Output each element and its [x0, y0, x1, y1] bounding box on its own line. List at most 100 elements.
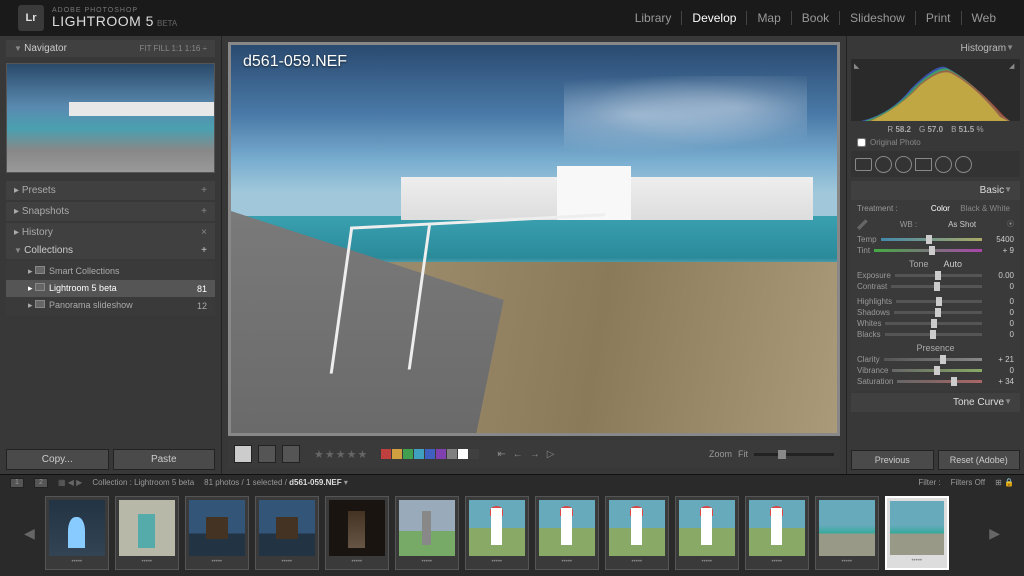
- filmstrip-thumb[interactable]: •••••: [885, 496, 949, 570]
- filmstrip-thumb[interactable]: •••••: [395, 496, 459, 570]
- module-book[interactable]: Book: [792, 11, 840, 25]
- play-icon: ▷: [545, 449, 557, 460]
- wb-eyedropper-icon[interactable]: [857, 218, 869, 230]
- filmstrip-thumb[interactable]: •••••: [465, 496, 529, 570]
- zoom-label: Zoom: [709, 449, 732, 459]
- filmstrip-thumb[interactable]: •••••: [745, 496, 809, 570]
- color-swatch[interactable]: [381, 449, 391, 459]
- view-mode-icon[interactable]: [234, 445, 252, 463]
- color-swatch[interactable]: [425, 449, 435, 459]
- crop-icon[interactable]: [855, 158, 872, 171]
- filmstrip-left-icon[interactable]: ◀: [20, 525, 39, 542]
- color-swatch[interactable]: [458, 449, 468, 459]
- module-slideshow[interactable]: Slideshow: [840, 11, 916, 25]
- secondary-display-icon[interactable]: 2: [34, 478, 48, 488]
- collections-panel[interactable]: ▼ Collections+: [6, 242, 215, 259]
- center-panel: d561-059.NEF ★★★★★ ⇤←→▷ Zoom Fit: [222, 36, 846, 474]
- filmstrip-thumb[interactable]: •••••: [325, 496, 389, 570]
- presence-label: Presence: [857, 340, 1014, 354]
- filter-lock-icon[interactable]: ⊞ 🔒: [995, 478, 1014, 487]
- paste-button[interactable]: Paste: [113, 449, 216, 470]
- survey-icon[interactable]: [282, 445, 300, 463]
- collection-item[interactable]: ▸ Smart Collections: [6, 263, 215, 280]
- redeye-icon[interactable]: [895, 156, 912, 173]
- module-develop[interactable]: Develop: [682, 11, 747, 25]
- collection-item[interactable]: ▸ Panorama slideshow12: [6, 297, 215, 314]
- histogram[interactable]: ◣ ◢: [851, 59, 1020, 121]
- tonecurve-header[interactable]: Tone Curve ▼: [851, 393, 1020, 412]
- copy-button[interactable]: Copy...: [6, 449, 109, 470]
- saturation-slider[interactable]: [897, 380, 982, 383]
- highlight-clip-icon[interactable]: ◢: [1009, 62, 1017, 70]
- loupe-toolbar: ★★★★★ ⇤←→▷ Zoom Fit: [228, 440, 840, 468]
- status-bar: 1 2 ▦ ◀ ▶ Collection : Lightroom 5 beta …: [0, 474, 1024, 490]
- filmstrip-thumb[interactable]: •••••: [535, 496, 599, 570]
- color-labels[interactable]: [381, 449, 479, 459]
- module-map[interactable]: Map: [747, 11, 791, 25]
- clarity-slider[interactable]: [884, 358, 982, 361]
- temp-slider[interactable]: [881, 238, 982, 241]
- basic-header[interactable]: Basic ▼: [851, 181, 1020, 200]
- grad-icon[interactable]: [915, 158, 932, 171]
- filmstrip-thumb[interactable]: •••••: [255, 496, 319, 570]
- compare-icon[interactable]: [258, 445, 276, 463]
- presets-panel[interactable]: ▸ Presets+: [6, 181, 215, 200]
- filmstrip-thumb[interactable]: •••••: [675, 496, 739, 570]
- radial-icon[interactable]: [935, 156, 952, 173]
- nav-arrows[interactable]: ⇤←→▷: [495, 449, 556, 460]
- treatment-bw[interactable]: Black & White: [956, 204, 1014, 213]
- snapshots-panel[interactable]: ▸ Snapshots+: [6, 202, 215, 221]
- history-panel[interactable]: ▸ History×: [6, 223, 215, 242]
- filmstrip-thumb[interactable]: •••••: [115, 496, 179, 570]
- zoom-fit[interactable]: Fit: [738, 449, 748, 459]
- module-picker: LibraryDevelopMapBookSlideshowPrintWeb: [625, 11, 1006, 25]
- histogram-title[interactable]: Histogram: [961, 43, 1007, 54]
- color-swatch[interactable]: [403, 449, 413, 459]
- color-swatch[interactable]: [436, 449, 446, 459]
- module-print[interactable]: Print: [916, 11, 962, 25]
- original-photo-check[interactable]: [857, 138, 866, 147]
- primary-display-icon[interactable]: 1: [10, 478, 24, 488]
- highlights-slider[interactable]: [896, 300, 982, 303]
- image-canvas[interactable]: d561-059.NEF: [228, 42, 840, 436]
- status-info: 81 photos / 1 selected / d561-059.NEF ▾: [204, 478, 348, 487]
- filmstrip-right-icon[interactable]: ▶: [985, 525, 1004, 542]
- shadows-slider[interactable]: [894, 311, 982, 314]
- reset-button[interactable]: Reset (Adobe): [938, 450, 1021, 470]
- treatment-label: Treatment :: [857, 204, 898, 213]
- fwd-icon: →: [528, 449, 542, 460]
- shadow-clip-icon[interactable]: ◣: [854, 62, 862, 70]
- brand-main: LIGHTROOM 5: [52, 13, 154, 29]
- color-swatch[interactable]: [414, 449, 424, 459]
- wb-value[interactable]: As Shot: [948, 220, 976, 229]
- blacks-slider[interactable]: [885, 333, 982, 336]
- right-panel: Histogram ▼ ◣ ◢ R 58.2 G 57.0 B 51.5 % O…: [846, 36, 1024, 474]
- navigator-zoom-opts[interactable]: FIT FILL 1:1 1:16 ÷: [139, 44, 207, 53]
- filmstrip-thumb[interactable]: •••••: [185, 496, 249, 570]
- whites-slider[interactable]: [885, 322, 982, 325]
- previous-button[interactable]: Previous: [851, 450, 934, 470]
- filmstrip-thumb[interactable]: •••••: [45, 496, 109, 570]
- tint-slider[interactable]: [874, 249, 982, 252]
- contrast-slider[interactable]: [891, 285, 982, 288]
- tone-label: Tone: [909, 259, 929, 269]
- module-web[interactable]: Web: [962, 11, 1006, 25]
- collection-item[interactable]: ▸ Lightroom 5 beta81: [6, 280, 215, 297]
- auto-tone-button[interactable]: Auto: [944, 259, 963, 269]
- brush-icon[interactable]: [955, 156, 972, 173]
- spot-icon[interactable]: [875, 156, 892, 173]
- color-swatch[interactable]: [392, 449, 402, 459]
- filters-off[interactable]: Filters Off: [951, 478, 986, 487]
- navigator-header[interactable]: ▼ Navigator FIT FILL 1:1 1:16 ÷: [6, 40, 215, 57]
- vibrance-slider[interactable]: [892, 369, 982, 372]
- zoom-slider[interactable]: [754, 453, 834, 456]
- treatment-color[interactable]: Color: [927, 204, 954, 213]
- filmstrip-thumb[interactable]: •••••: [605, 496, 669, 570]
- color-swatch[interactable]: [469, 449, 479, 459]
- exposure-slider[interactable]: [895, 274, 982, 277]
- color-swatch[interactable]: [447, 449, 457, 459]
- module-library[interactable]: Library: [625, 11, 683, 25]
- navigator-preview[interactable]: [6, 63, 215, 173]
- filmstrip-thumb[interactable]: •••••: [815, 496, 879, 570]
- rating-stars[interactable]: ★★★★★: [314, 448, 367, 461]
